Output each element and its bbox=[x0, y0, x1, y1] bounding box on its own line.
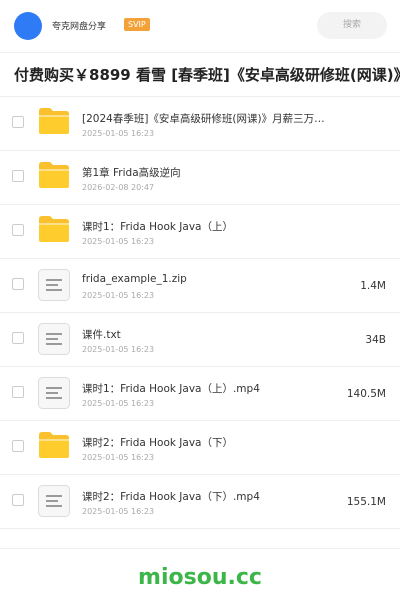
select-checkbox[interactable] bbox=[12, 386, 24, 398]
file-size: 34B bbox=[365, 334, 386, 346]
file-date: 2025-01-05 16:23 bbox=[82, 237, 155, 246]
folder-icon bbox=[39, 162, 69, 188]
select-checkbox[interactable] bbox=[12, 278, 24, 290]
select-checkbox[interactable] bbox=[12, 116, 24, 128]
folder-icon bbox=[39, 216, 69, 242]
file-name[interactable]: 课时2：Frida Hook Java（下）.mp4 bbox=[82, 489, 260, 504]
file-icon bbox=[38, 269, 70, 301]
select-checkbox[interactable] bbox=[12, 224, 24, 236]
brand-logo[interactable]: miosou.cc bbox=[0, 565, 400, 590]
file-row[interactable]: 课时1：Frida Hook Java（上）.mp4 2025-01-05 16:… bbox=[0, 367, 400, 421]
file-name[interactable]: 课件.txt bbox=[82, 327, 121, 342]
file-row[interactable]: 课时2：Frida Hook Java（下） 2025-01-05 16:23 bbox=[0, 421, 400, 475]
file-icon bbox=[38, 377, 70, 409]
file-date: 2025-01-05 16:23 bbox=[82, 453, 155, 462]
file-row[interactable]: 课件.txt 2025-01-05 16:23 34B bbox=[0, 313, 400, 367]
file-row[interactable]: 课时1：Frida Hook Java（上） 2025-01-05 16:23 bbox=[0, 205, 400, 259]
file-row[interactable]: frida_example_1.zip 2025-01-05 16:23 1.4M bbox=[0, 259, 400, 313]
file-name[interactable]: 课时1：Frida Hook Java（上） bbox=[82, 219, 233, 234]
file-name[interactable]: 第1章 Frida高级逆向 bbox=[82, 165, 181, 180]
select-checkbox[interactable] bbox=[12, 170, 24, 182]
file-date: 2025-01-05 16:23 bbox=[82, 507, 155, 516]
site-label: 夸克网盘分享 bbox=[52, 22, 107, 32]
file-list: [2024春季班]《安卓高级研修班(网课)》月薪三万计划 2025-01-05 1… bbox=[0, 97, 400, 529]
file-icon bbox=[38, 323, 70, 355]
file-row[interactable]: 课时2：Frida Hook Java（下）.mp4 2025-01-05 16:… bbox=[0, 475, 400, 529]
file-size: 155.1M bbox=[346, 496, 386, 508]
file-name[interactable]: 课时1：Frida Hook Java（上）.mp4 bbox=[82, 381, 260, 396]
header-bar: 夸克网盘分享 SVIP 搜索 bbox=[0, 0, 400, 53]
folder-icon bbox=[39, 432, 69, 458]
select-checkbox[interactable] bbox=[12, 332, 24, 344]
file-date: 2025-01-05 16:23 bbox=[82, 399, 155, 408]
file-date: 2026-02-08 20:47 bbox=[82, 183, 155, 192]
file-size: 1.4M bbox=[360, 280, 386, 292]
page-title: 付费购买￥8899 看雪 [春季班]《安卓高级研修班(网课)》· bbox=[14, 66, 400, 84]
footer: miosou.cc bbox=[0, 548, 400, 601]
search-button[interactable]: 搜索 bbox=[317, 12, 387, 39]
file-date: 2025-01-05 16:23 bbox=[82, 345, 155, 354]
file-name[interactable]: frida_example_1.zip bbox=[82, 273, 187, 285]
file-name[interactable]: 课时2：Frida Hook Java（下） bbox=[82, 435, 233, 450]
select-checkbox[interactable] bbox=[12, 494, 24, 506]
file-size: 140.5M bbox=[346, 388, 386, 400]
folder-icon bbox=[39, 108, 69, 134]
file-date: 2025-01-05 16:23 bbox=[82, 129, 155, 138]
title-row: 付费购买￥8899 看雪 [春季班]《安卓高级研修班(网课)》· bbox=[0, 52, 400, 97]
select-checkbox[interactable] bbox=[12, 440, 24, 452]
avatar[interactable] bbox=[14, 12, 42, 40]
file-icon bbox=[38, 485, 70, 517]
file-name[interactable]: [2024春季班]《安卓高级研修班(网课)》月薪三万计划 bbox=[82, 111, 327, 126]
svip-badge: SVIP bbox=[124, 18, 150, 31]
file-row[interactable]: [2024春季班]《安卓高级研修班(网课)》月薪三万计划 2025-01-05 1… bbox=[0, 97, 400, 151]
file-row[interactable]: 第1章 Frida高级逆向 2026-02-08 20:47 bbox=[0, 151, 400, 205]
file-date: 2025-01-05 16:23 bbox=[82, 291, 155, 300]
